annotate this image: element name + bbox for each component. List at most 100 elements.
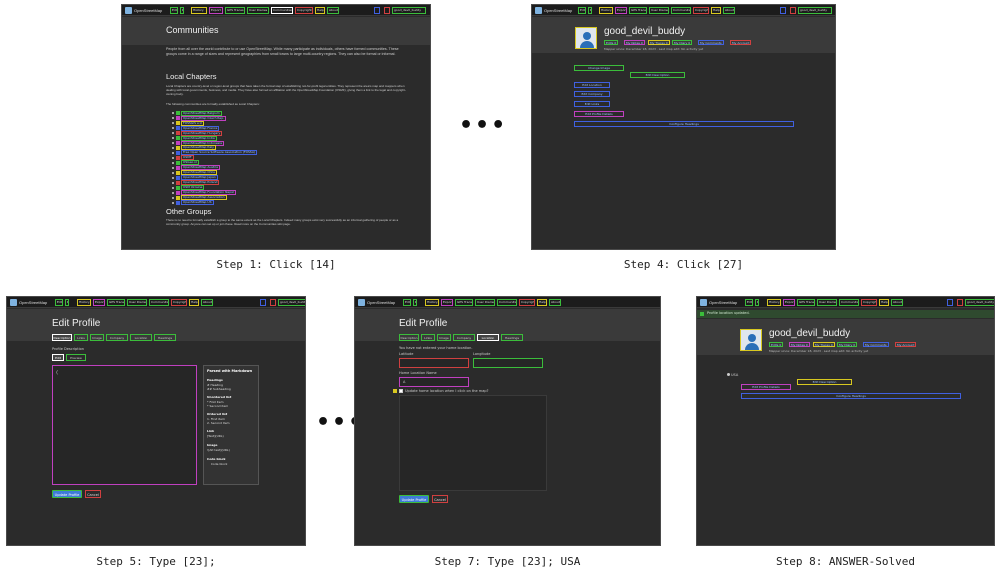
- editor-edit-tab[interactable]: Edit: [52, 354, 64, 361]
- stat-diary[interactable]: My Diary 0: [672, 40, 693, 45]
- nav-history[interactable]: History: [599, 7, 613, 14]
- nav-user-diaries[interactable]: User Diaries: [649, 7, 669, 14]
- editor-preview-tab[interactable]: Preview: [66, 354, 86, 361]
- tab-headings[interactable]: Headings: [501, 334, 523, 341]
- nav-copyright[interactable]: Copyright: [519, 299, 535, 306]
- nav-gps-traces[interactable]: GPS Traces: [225, 7, 245, 14]
- nav-communities[interactable]: Communities: [671, 7, 691, 14]
- map-area[interactable]: [399, 395, 547, 491]
- tab-links[interactable]: Links: [74, 334, 88, 341]
- osm-logo-icon[interactable]: [535, 7, 542, 14]
- inbox-icon[interactable]: [947, 299, 953, 306]
- nav-help[interactable]: Help: [315, 7, 325, 14]
- description-textarea[interactable]: ⟨: [52, 365, 197, 485]
- inbox-icon[interactable]: [780, 7, 786, 14]
- user-avatar-icon[interactable]: [957, 299, 963, 306]
- cancel-button[interactable]: Cancel: [85, 490, 101, 498]
- latitude-input[interactable]: [399, 358, 469, 368]
- tab-image[interactable]: Image: [437, 334, 451, 341]
- nav-history[interactable]: History: [191, 7, 207, 14]
- stat-traces[interactable]: My Traces 0: [813, 342, 835, 347]
- nav-export[interactable]: Export: [93, 299, 105, 306]
- inbox-icon[interactable]: [374, 7, 380, 14]
- nav-edit[interactable]: Edit: [403, 299, 411, 306]
- stat-comments[interactable]: My Comments: [698, 40, 724, 45]
- user-avatar-icon[interactable]: [790, 7, 796, 14]
- tab-location[interactable]: Location: [130, 334, 152, 341]
- nav-edit[interactable]: Edit: [170, 7, 178, 14]
- nav-edit-dropdown[interactable]: ▾: [588, 7, 592, 14]
- brand-label[interactable]: OpenStreetMap: [544, 6, 572, 15]
- nav-copyright[interactable]: Copyright: [171, 299, 187, 306]
- stat-account[interactable]: My Account: [730, 40, 752, 45]
- nav-communities[interactable]: Communities: [149, 299, 169, 306]
- nav-help[interactable]: Help: [537, 299, 547, 306]
- edit-description-button[interactable]: Edit Description: [630, 72, 685, 78]
- nav-about[interactable]: About: [891, 299, 903, 306]
- nav-export[interactable]: Export: [441, 299, 453, 306]
- nav-help[interactable]: Help: [879, 299, 889, 306]
- osm-logo-icon[interactable]: [700, 299, 707, 306]
- edit-profile-details-button[interactable]: Edit Profile Details: [741, 384, 791, 390]
- nav-gps-traces[interactable]: GPS Traces: [107, 299, 125, 306]
- stat-notes[interactable]: My Notes 0: [789, 342, 810, 347]
- stat-account[interactable]: My Account: [895, 342, 917, 347]
- nav-about[interactable]: About: [549, 299, 561, 306]
- tab-description[interactable]: Description: [52, 334, 72, 341]
- edit-company-button[interactable]: Edit Company: [574, 91, 610, 97]
- update-home-checkbox[interactable]: [399, 389, 403, 393]
- nav-help[interactable]: Help: [189, 299, 199, 306]
- configure-headings-button[interactable]: Configure Headings: [574, 121, 794, 127]
- nav-communities[interactable]: Communities: [271, 7, 293, 14]
- nav-user-menu[interactable]: good_devil_buddy: [798, 7, 832, 14]
- nav-user-menu[interactable]: good_devil_buddy: [392, 7, 426, 14]
- nav-gps-traces[interactable]: GPS Traces: [629, 7, 647, 14]
- nav-history[interactable]: History: [425, 299, 439, 306]
- stat-edits[interactable]: Edits 0: [769, 342, 784, 347]
- update-profile-button[interactable]: Update Profile: [399, 495, 429, 503]
- brand-label[interactable]: OpenStreetMap: [19, 298, 47, 307]
- stat-diary[interactable]: My Diary 0: [837, 342, 858, 347]
- stat-notes[interactable]: My Notes 0: [624, 40, 645, 45]
- update-profile-button[interactable]: Update Profile: [52, 490, 82, 498]
- nav-copyright[interactable]: Copyright: [693, 7, 709, 14]
- nav-communities[interactable]: Communities: [839, 299, 859, 306]
- nav-user-diaries[interactable]: User Diaries: [817, 299, 837, 306]
- nav-edit-dropdown[interactable]: ▾: [755, 299, 759, 306]
- nav-communities[interactable]: Communities: [497, 299, 517, 306]
- edit-location-button[interactable]: Edit Location: [574, 82, 610, 88]
- user-avatar-icon[interactable]: [270, 299, 276, 306]
- nav-about[interactable]: About: [723, 7, 735, 14]
- tab-links[interactable]: Links: [421, 334, 435, 341]
- tab-company[interactable]: Company: [106, 334, 128, 341]
- tab-description[interactable]: Description: [399, 334, 419, 341]
- longitude-input[interactable]: [473, 358, 543, 368]
- tab-image[interactable]: Image: [90, 334, 104, 341]
- nav-edit-dropdown[interactable]: ▾: [180, 7, 184, 14]
- nav-edit[interactable]: Edit: [745, 299, 753, 306]
- nav-user-diaries[interactable]: User Diaries: [247, 7, 269, 14]
- nav-export[interactable]: Export: [615, 7, 627, 14]
- change-image-button[interactable]: Change Image: [574, 65, 624, 71]
- chapter-link[interactable]: OpenStreetMap US: [181, 200, 214, 206]
- tab-headings[interactable]: Headings: [154, 334, 176, 341]
- nav-export[interactable]: Export: [783, 299, 795, 306]
- stat-comments[interactable]: My Comments: [863, 342, 889, 347]
- edit-profile-details-button[interactable]: Edit Profile Details: [574, 111, 624, 117]
- edit-links-button[interactable]: Edit Links: [574, 101, 610, 107]
- nav-gps-traces[interactable]: GPS Traces: [797, 299, 815, 306]
- nav-history[interactable]: History: [77, 299, 91, 306]
- brand-label[interactable]: OpenStreetMap: [367, 298, 395, 307]
- configure-headings-button[interactable]: Configure Headings: [741, 393, 961, 399]
- osm-logo-icon[interactable]: [358, 299, 365, 306]
- user-avatar-icon[interactable]: [384, 7, 390, 14]
- brand-label[interactable]: OpenStreetMap: [709, 298, 737, 307]
- nav-user-diaries[interactable]: User Diaries: [475, 299, 495, 306]
- nav-export[interactable]: Export: [209, 7, 223, 14]
- nav-edit-dropdown[interactable]: ▾: [413, 299, 417, 306]
- inbox-icon[interactable]: [260, 299, 266, 306]
- edit-description-button[interactable]: Edit Description: [797, 379, 852, 385]
- nav-history[interactable]: History: [767, 299, 781, 306]
- stat-edits[interactable]: Edits 0: [604, 40, 619, 45]
- nav-edit-dropdown[interactable]: ▾: [65, 299, 69, 306]
